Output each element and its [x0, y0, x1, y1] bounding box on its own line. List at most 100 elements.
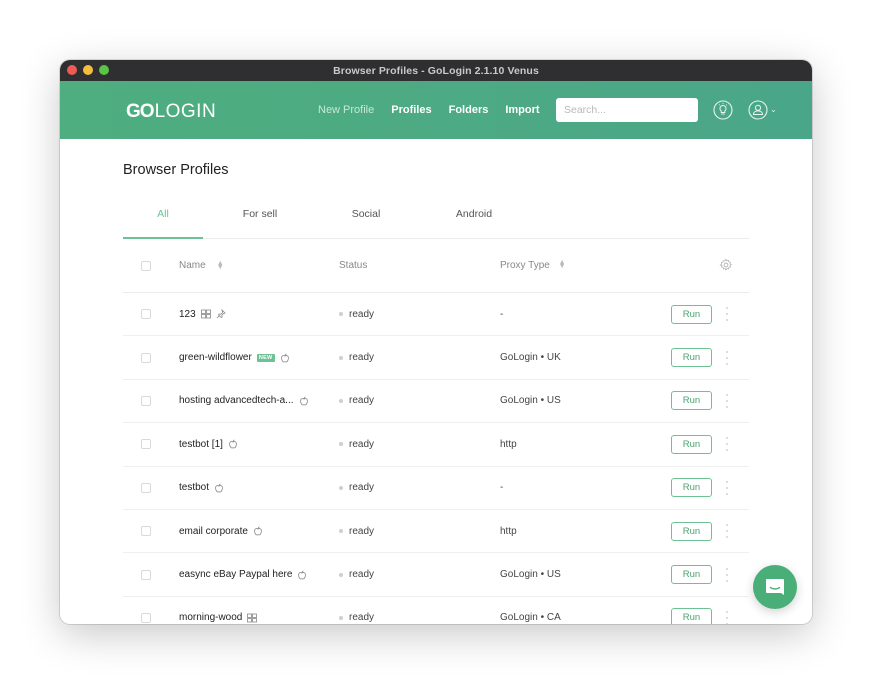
chat-support-button[interactable] — [753, 565, 797, 609]
row-checkbox[interactable] — [141, 482, 151, 493]
windows-icon — [200, 309, 211, 319]
profile-name: easync eBay Paypal here — [179, 569, 293, 581]
profile-name-cell[interactable]: testbot [1] — [179, 439, 238, 450]
status-cell: ready — [339, 309, 374, 320]
column-header-proxy[interactable]: Proxy Type ▲ ▼ — [500, 259, 566, 271]
row-checkbox[interactable] — [141, 352, 151, 363]
run-button[interactable]: Run — [671, 521, 712, 541]
more-options-icon[interactable] — [724, 524, 730, 539]
status-dot-icon — [339, 355, 343, 360]
tab-social[interactable]: Social — [317, 203, 415, 238]
column-header-status: Status — [339, 260, 368, 271]
run-button[interactable]: Run — [671, 608, 712, 624]
table-row[interactable]: testbot [1] ready http Run — [123, 423, 749, 467]
table-row[interactable]: green-wildflower NEW ready GoLogin • UK R… — [123, 336, 749, 380]
run-button[interactable]: Run — [671, 348, 712, 368]
chat-icon — [766, 579, 784, 595]
search-input[interactable] — [556, 98, 698, 122]
profile-name-cell[interactable]: easync eBay Paypal here — [179, 569, 307, 580]
tab-all[interactable]: All — [123, 203, 203, 239]
run-button[interactable]: Run — [671, 478, 712, 498]
apple-icon — [228, 439, 238, 449]
proxy-type: GoLogin • US — [500, 395, 561, 407]
window-title: Browser Profiles - GoLogin 2.1.10 Venus — [333, 64, 539, 77]
window-controls — [67, 65, 109, 75]
main-content: Browser Profiles All For sell Social And… — [123, 139, 749, 624]
table-row[interactable]: 123 ready - Run — [123, 293, 749, 337]
table-header: Name ▲ ▼ Status Proxy Type ▲ ▼ — [123, 239, 749, 293]
profile-name: green-wildflower — [179, 352, 252, 364]
column-name-label: Name — [179, 260, 206, 271]
lightbulb-icon[interactable] — [713, 100, 733, 120]
run-button[interactable]: Run — [671, 434, 712, 454]
profile-name-cell[interactable]: green-wildflower NEW — [179, 352, 290, 363]
pin-icon[interactable] — [216, 309, 226, 319]
apple-icon — [214, 483, 224, 493]
apple-icon — [253, 526, 263, 536]
new-badge: NEW — [256, 353, 275, 362]
profile-name-cell[interactable]: 123 — [179, 309, 226, 320]
status-text: ready — [349, 612, 375, 624]
sort-icon[interactable]: ▲ ▼ — [217, 260, 224, 271]
page-title: Browser Profiles — [123, 162, 229, 178]
profile-name-cell[interactable]: testbot — [179, 482, 224, 493]
maximize-window-button[interactable] — [99, 65, 109, 75]
more-options-icon[interactable] — [724, 393, 730, 408]
user-account-icon[interactable] — [748, 100, 768, 120]
row-checkbox[interactable] — [141, 395, 151, 406]
status-text: ready — [349, 569, 375, 581]
nav-import[interactable]: Import — [505, 104, 539, 116]
row-checkbox[interactable] — [141, 526, 151, 537]
more-options-icon[interactable] — [724, 350, 730, 365]
tab-for-sell[interactable]: For sell — [203, 203, 317, 238]
nav-new-profile[interactable]: New Profile — [318, 104, 374, 116]
more-options-icon[interactable] — [724, 437, 730, 452]
table-row[interactable]: hosting advancedtech-a... ready GoLogin … — [123, 380, 749, 424]
status-cell: ready — [339, 439, 374, 450]
app-window: Browser Profiles - GoLogin 2.1.10 Venus … — [60, 60, 812, 624]
table-row[interactable]: easync eBay Paypal here ready GoLogin • … — [123, 553, 749, 597]
minimize-window-button[interactable] — [83, 65, 93, 75]
tab-android[interactable]: Android — [415, 203, 533, 238]
table-row[interactable]: email corporate ready http Run — [123, 510, 749, 554]
table-row[interactable]: morning-wood ready GoLogin • CA Run — [123, 597, 749, 624]
profile-name-cell[interactable]: morning-wood — [179, 612, 258, 623]
run-button[interactable]: Run — [671, 565, 712, 585]
profile-name: testbot — [179, 482, 210, 494]
status-cell: ready — [339, 395, 374, 406]
nav-folders[interactable]: Folders — [449, 104, 489, 116]
apple-icon — [280, 353, 290, 363]
more-options-icon[interactable] — [724, 307, 730, 322]
profile-name: email corporate — [179, 525, 248, 537]
gear-icon[interactable] — [719, 258, 733, 272]
profile-name-cell[interactable]: email corporate — [179, 526, 263, 537]
run-button[interactable]: Run — [671, 391, 712, 411]
status-text: ready — [349, 482, 375, 494]
row-checkbox[interactable] — [141, 612, 151, 623]
close-window-button[interactable] — [67, 65, 77, 75]
column-header-name[interactable]: Name ▲ ▼ — [179, 260, 224, 272]
status-cell: ready — [339, 482, 374, 493]
select-all-checkbox[interactable] — [141, 260, 151, 271]
status-dot-icon — [339, 529, 343, 534]
row-checkbox[interactable] — [141, 309, 151, 320]
run-button[interactable]: Run — [671, 304, 712, 324]
status-text: ready — [349, 395, 375, 407]
gologin-logo[interactable]: GO LOGIN — [126, 101, 216, 123]
profile-name-cell[interactable]: hosting advancedtech-a... — [179, 395, 309, 406]
chevron-down-icon[interactable]: ⌄ — [770, 105, 777, 114]
profile-name: testbot [1] — [179, 438, 223, 450]
table-row[interactable]: testbot ready - Run — [123, 467, 749, 510]
more-options-icon[interactable] — [724, 610, 730, 624]
apple-icon — [299, 396, 309, 406]
profile-name: 123 — [179, 308, 196, 320]
row-checkbox[interactable] — [141, 569, 151, 580]
more-options-icon[interactable] — [724, 480, 730, 495]
more-options-icon[interactable] — [724, 567, 730, 582]
status-dot-icon — [339, 398, 343, 403]
sort-icon[interactable]: ▲ ▼ — [559, 259, 566, 270]
profile-tabs: All For sell Social Android — [123, 203, 749, 239]
row-checkbox[interactable] — [141, 439, 151, 450]
column-proxy-label: Proxy Type — [500, 260, 550, 271]
nav-profiles[interactable]: Profiles — [391, 104, 431, 116]
